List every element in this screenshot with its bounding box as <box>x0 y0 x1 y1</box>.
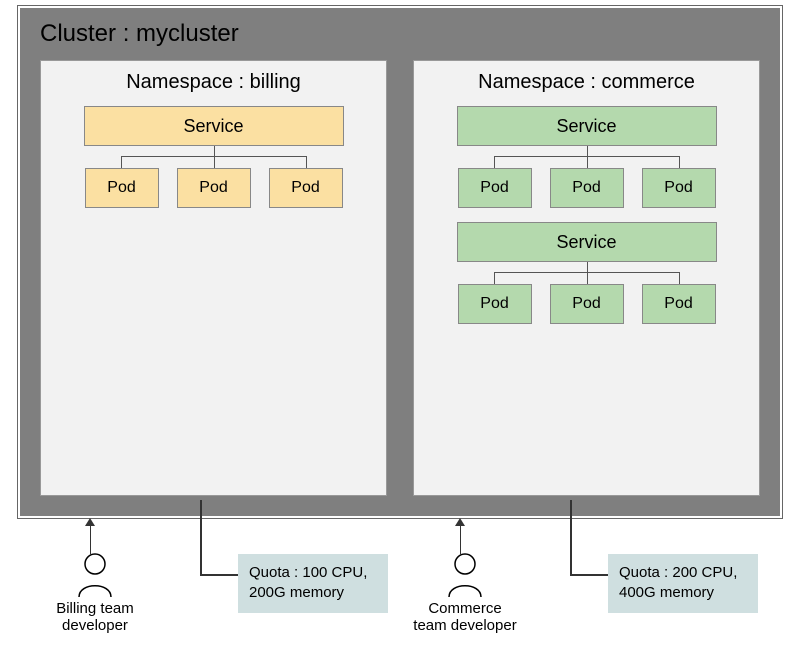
quota-line2: 200G memory <box>249 583 377 603</box>
user-icon <box>445 552 485 598</box>
cluster-box: Cluster : mycluster Namespace : billing … <box>18 6 782 518</box>
namespace-commerce-title: Namespace : commerce <box>432 71 741 94</box>
connector-lines <box>457 146 717 168</box>
pod-box: Pod <box>85 168 159 208</box>
namespace-commerce: Namespace : commerce Service Pod Pod Pod… <box>413 60 760 496</box>
namespace-billing: Namespace : billing Service Pod Pod Pod <box>40 60 387 496</box>
quota-line <box>200 500 202 576</box>
namespaces-row: Namespace : billing Service Pod Pod Pod … <box>40 60 760 496</box>
pod-box: Pod <box>550 168 624 208</box>
commerce-service-group-2: Service Pod Pod Pod <box>432 222 741 324</box>
user-label-line2: developer <box>40 617 150 634</box>
pod-box: Pod <box>177 168 251 208</box>
pod-box: Pod <box>458 284 532 324</box>
arrow-line <box>460 524 461 554</box>
pod-box: Pod <box>642 168 716 208</box>
pods-row: Pod Pod Pod <box>432 284 741 324</box>
commerce-service-group-1: Service Pod Pod Pod <box>432 106 741 208</box>
billing-quota-box: Quota : 100 CPU, 200G memory <box>238 554 388 613</box>
service-box: Service <box>457 106 717 146</box>
connector-lines <box>84 146 344 168</box>
quota-line1: Quota : 100 CPU, <box>249 563 377 583</box>
connector-lines <box>457 262 717 284</box>
commerce-user: Commerce team developer <box>405 552 525 634</box>
user-label-line1: Billing team <box>40 600 150 617</box>
billing-user: Billing team developer <box>40 552 150 634</box>
namespace-billing-title: Namespace : billing <box>59 71 368 94</box>
quota-line <box>200 574 240 576</box>
service-box: Service <box>84 106 344 146</box>
cluster-title: Cluster : mycluster <box>40 20 760 48</box>
pods-row: Pod Pod Pod <box>432 168 741 208</box>
pod-box: Pod <box>550 284 624 324</box>
pod-box: Pod <box>269 168 343 208</box>
pods-row: Pod Pod Pod <box>59 168 368 208</box>
service-box: Service <box>457 222 717 262</box>
commerce-quota-box: Quota : 200 CPU, 400G memory <box>608 554 758 613</box>
pod-box: Pod <box>642 284 716 324</box>
quota-line <box>570 574 610 576</box>
pod-box: Pod <box>458 168 532 208</box>
arrow-head-icon <box>455 518 465 526</box>
user-icon <box>75 552 115 598</box>
billing-service-group-1: Service Pod Pod Pod <box>59 106 368 208</box>
arrow-line <box>90 524 91 554</box>
quota-line1: Quota : 200 CPU, <box>619 563 747 583</box>
user-label-line2: team developer <box>405 617 525 634</box>
quota-line2: 400G memory <box>619 583 747 603</box>
arrow-head-icon <box>85 518 95 526</box>
user-label-line1: Commerce <box>405 600 525 617</box>
quota-line <box>570 500 572 576</box>
